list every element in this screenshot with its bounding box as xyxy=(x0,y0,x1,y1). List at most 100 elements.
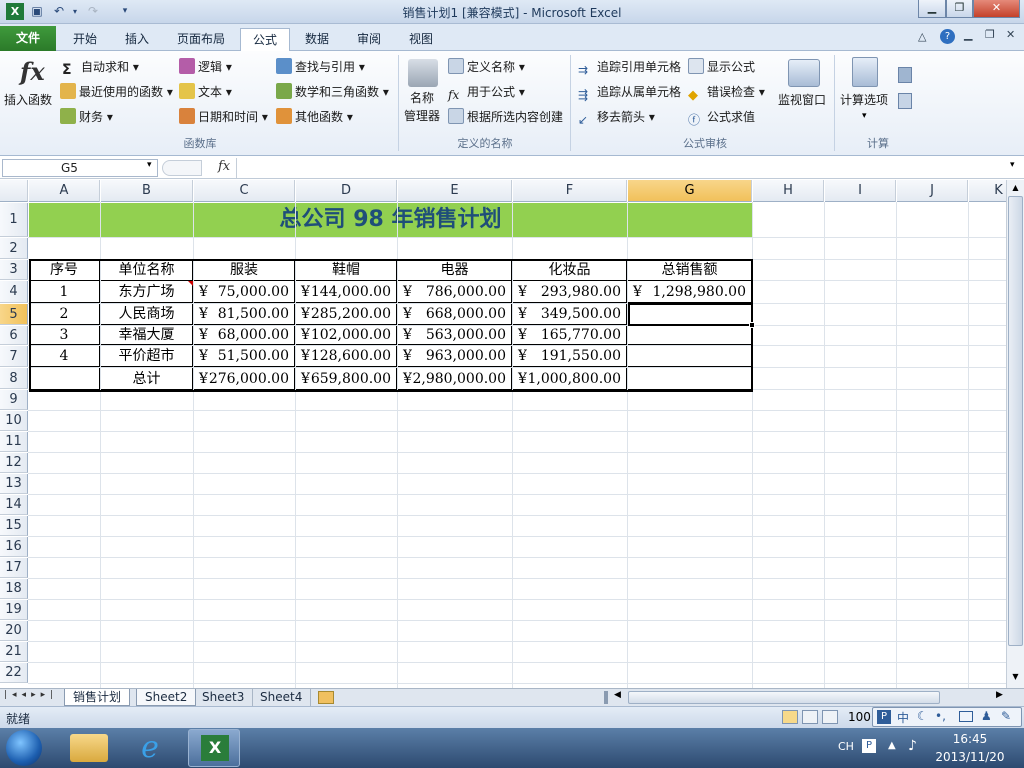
tab-view[interactable]: 视图 xyxy=(398,28,444,50)
total-label-cell[interactable]: 总计 xyxy=(101,368,193,390)
ime-toolbar[interactable]: P 中 ☾ •, ♟ ✎ xyxy=(872,707,1022,727)
row-header-6[interactable]: 6 xyxy=(0,326,28,345)
clock-time[interactable]: 16:45 xyxy=(930,732,1010,746)
name-box[interactable]: G5 xyxy=(2,159,158,177)
zoom-level[interactable]: 100 xyxy=(848,710,871,724)
table-header-cell[interactable]: 电器 xyxy=(398,260,512,281)
currency-cell[interactable]: ¥144,000.00 xyxy=(296,281,397,303)
row-number-cell[interactable]: 1 xyxy=(29,281,100,303)
row-header-22[interactable]: 22 xyxy=(0,663,28,683)
row-header-2[interactable]: 2 xyxy=(0,238,28,259)
trace-dependents-button[interactable]: ⇶ 追踪从属单元格 xyxy=(578,81,681,103)
sheet-tab-1[interactable]: 销售计划 xyxy=(64,689,131,706)
row-header-10[interactable]: 10 xyxy=(0,411,28,431)
insert-sheet-icon[interactable] xyxy=(318,691,334,704)
page-break-view-icon[interactable] xyxy=(822,710,838,724)
evaluate-formula-button[interactable]: ⓕ 公式求值 xyxy=(688,106,755,128)
row-header-14[interactable]: 14 xyxy=(0,495,28,515)
watch-window-button[interactable]: 监视窗口 xyxy=(778,89,826,111)
column-header-h[interactable]: H xyxy=(753,180,824,202)
row-header-16[interactable]: 16 xyxy=(0,537,28,557)
unit-name-cell[interactable]: 幸福大厦 xyxy=(101,326,193,345)
row-header-11[interactable]: 11 xyxy=(0,432,28,452)
normal-view-icon[interactable] xyxy=(782,710,798,724)
create-from-selection-button[interactable]: 根据所选内容创建 xyxy=(448,106,563,128)
row-header-15[interactable]: 15 xyxy=(0,516,28,536)
table-header-cell[interactable]: 服装 xyxy=(194,260,295,281)
more-functions-button[interactable]: 其他函数 ▾ xyxy=(276,106,353,128)
currency-cell[interactable]: ¥1,298,980.00 xyxy=(628,281,752,303)
row-header-13[interactable]: 13 xyxy=(0,474,28,494)
doc-restore-icon[interactable]: ❐ xyxy=(985,28,995,41)
tab-home[interactable]: 开始 xyxy=(62,28,108,50)
select-all-corner[interactable] xyxy=(0,180,28,202)
currency-cell[interactable]: ¥786,000.00 xyxy=(398,281,512,303)
column-header-a[interactable]: A xyxy=(29,180,100,202)
logical-button[interactable]: 逻辑 ▾ xyxy=(179,56,232,78)
formula-input[interactable] xyxy=(236,158,1008,178)
calc-options-dropdown-icon[interactable]: ▾ xyxy=(862,111,867,121)
show-formulas-button[interactable]: 显示公式 xyxy=(688,56,755,78)
volume-icon[interactable]: ♪ xyxy=(908,738,917,754)
unit-name-cell[interactable]: 东方广场 xyxy=(101,281,193,303)
row-header-4[interactable]: 4 xyxy=(0,281,28,303)
ime-keyboard-icon[interactable] xyxy=(959,711,973,722)
total-empty-cell[interactable] xyxy=(29,368,100,390)
row-header-12[interactable]: 12 xyxy=(0,453,28,473)
sheet-nav-icon[interactable]: |◂◂▸▸| xyxy=(4,690,58,700)
ime-user-icon[interactable]: ♟ xyxy=(981,709,992,723)
recent-functions-button[interactable]: 最近使用的函数 ▾ xyxy=(60,81,173,103)
sheet-tab-2[interactable]: Sheet2 xyxy=(136,689,197,706)
table-header-cell[interactable]: 单位名称 xyxy=(101,260,193,281)
currency-cell[interactable]: ¥963,000.00 xyxy=(398,346,512,367)
clock-date[interactable]: 2013/11/20 xyxy=(930,750,1010,764)
vertical-scrollbar[interactable]: ▲ ▼ xyxy=(1006,180,1024,688)
total-cell[interactable]: ¥1,000,800.00 xyxy=(513,368,627,390)
math-button[interactable]: 数学和三角函数 ▾ xyxy=(276,81,389,103)
total-cell[interactable]: ¥2,980,000.00 xyxy=(398,368,512,390)
currency-cell[interactable]: ¥285,200.00 xyxy=(296,304,397,325)
currency-cell[interactable] xyxy=(628,304,752,325)
total-cell[interactable]: ¥659,800.00 xyxy=(296,368,397,390)
error-checking-button[interactable]: ◆ 错误检查 ▾ xyxy=(688,81,765,103)
row-header-9[interactable]: 9 xyxy=(0,390,28,410)
name-manager-label-2[interactable]: 管理器 xyxy=(404,107,440,125)
row-header-21[interactable]: 21 xyxy=(0,642,28,662)
row-header-7[interactable]: 7 xyxy=(0,346,28,367)
ime-moon-icon[interactable]: ☾ xyxy=(917,709,928,723)
row-number-cell[interactable]: 4 xyxy=(29,346,100,367)
row-header-1[interactable]: 1 xyxy=(0,203,28,237)
table-header-cell[interactable]: 总销售额 xyxy=(628,260,752,281)
table-header-cell[interactable]: 鞋帽 xyxy=(296,260,397,281)
restore-icon[interactable]: ❐ xyxy=(946,0,973,18)
tab-file[interactable]: 文件 xyxy=(0,26,56,51)
hscroll-left-icon[interactable]: ◀ xyxy=(614,690,621,700)
row-header-8[interactable]: 8 xyxy=(0,368,28,389)
row-header-17[interactable]: 17 xyxy=(0,558,28,578)
scroll-down-icon[interactable]: ▼ xyxy=(1008,670,1023,684)
currency-cell[interactable]: ¥349,500.00 xyxy=(513,304,627,325)
column-header-e[interactable]: E xyxy=(398,180,512,202)
tab-insert[interactable]: 插入 xyxy=(114,28,160,50)
row-header-19[interactable]: 19 xyxy=(0,600,28,620)
start-button-icon[interactable] xyxy=(6,730,42,766)
row-header-20[interactable]: 20 xyxy=(0,621,28,641)
currency-cell[interactable]: ¥75,000.00 xyxy=(194,281,295,303)
ime-punct-icon[interactable]: •, xyxy=(935,709,946,723)
lookup-button[interactable]: 查找与引用 ▾ xyxy=(276,56,365,78)
excel-taskbar-button[interactable]: X xyxy=(188,729,240,767)
unit-name-cell[interactable]: 平价超市 xyxy=(101,346,193,367)
name-manager-label-1[interactable]: 名称 xyxy=(410,89,434,107)
close-icon[interactable]: ✕ xyxy=(973,0,1020,18)
column-header-j[interactable]: J xyxy=(897,180,968,202)
calculate-sheet-icon[interactable] xyxy=(898,93,912,109)
total-cell[interactable]: ¥276,000.00 xyxy=(194,368,295,390)
currency-cell[interactable]: ¥102,000.00 xyxy=(296,326,397,345)
column-header-f[interactable]: F xyxy=(513,180,627,202)
fill-handle[interactable] xyxy=(749,322,755,328)
use-in-formula-button[interactable]: fx 用于公式 ▾ xyxy=(448,81,525,103)
insert-function-icon[interactable]: fx xyxy=(218,159,230,174)
minimize-icon[interactable]: ▁ xyxy=(918,0,946,18)
tab-data[interactable]: 数据 xyxy=(294,28,340,50)
tab-split-handle[interactable] xyxy=(604,691,608,704)
